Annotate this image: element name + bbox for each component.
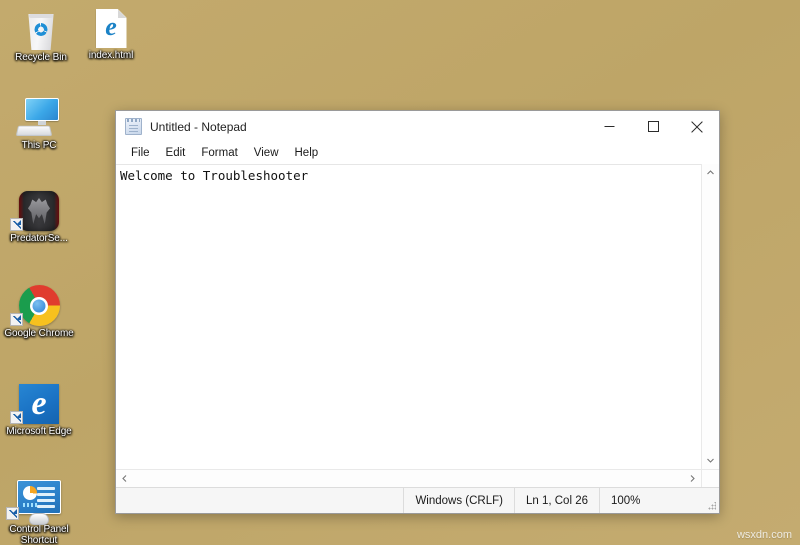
shortcut-overlay-icon	[6, 507, 19, 520]
editor-text: Welcome to Troubleshooter	[120, 168, 309, 183]
desktop-icon-label: index.html	[88, 50, 134, 61]
desktop-icon-label: Control Panel Shortcut	[9, 524, 69, 545]
desktop-icon-label: Recycle Bin	[15, 52, 67, 63]
desktop-icon-recycle-bin[interactable]: Recycle Bin	[4, 4, 78, 63]
desktop-icon-label: PredatorSe...	[10, 233, 68, 244]
control-panel-icon	[2, 476, 76, 525]
menu-item-format[interactable]: Format	[193, 145, 245, 161]
status-line-ending: Windows (CRLF)	[403, 488, 514, 513]
text-editor[interactable]: Welcome to Troubleshooter	[116, 164, 701, 469]
menu-item-view[interactable]: View	[246, 145, 287, 161]
shortcut-overlay-icon	[10, 411, 23, 424]
notepad-icon	[125, 118, 142, 135]
computer-monitor-icon	[2, 92, 76, 138]
minimize-button[interactable]	[587, 111, 631, 142]
desktop-icon-control-panel[interactable]: Control Panel Shortcut	[2, 476, 76, 545]
shortcut-overlay-icon	[10, 218, 23, 231]
html-document-edge-icon: e	[74, 2, 148, 48]
close-button[interactable]	[675, 111, 719, 142]
status-bar-spacer	[116, 488, 403, 513]
scrollbar-corner	[701, 470, 719, 487]
horizontal-scrollbar[interactable]	[116, 470, 701, 487]
desktop-icon-predator-sense[interactable]: PredatorSe...	[2, 185, 76, 244]
chevron-down-icon[interactable]	[702, 452, 719, 469]
desktop-icon-google-chrome[interactable]: Google Chrome	[2, 280, 76, 339]
google-chrome-icon	[2, 280, 76, 326]
editor-area[interactable]: Welcome to Troubleshooter	[116, 164, 719, 469]
status-zoom-level: 100%	[599, 488, 700, 513]
menu-item-edit[interactable]: Edit	[158, 145, 194, 161]
shortcut-overlay-icon	[10, 313, 23, 326]
resize-grip[interactable]	[700, 488, 719, 513]
desktop-icon-this-pc[interactable]: This PC	[2, 92, 76, 151]
title-bar[interactable]: Untitled - Notepad	[116, 111, 719, 142]
desktop-icon-index-html[interactable]: e index.html	[74, 2, 148, 61]
desktop-icon-microsoft-edge[interactable]: e Microsoft Edge	[2, 378, 76, 437]
microsoft-edge-icon: e	[2, 378, 76, 424]
watermark: wsxdn.com	[736, 529, 792, 541]
status-bar: Windows (CRLF) Ln 1, Col 26 100%	[116, 487, 719, 513]
recycle-bin-icon	[4, 4, 78, 50]
chevron-left-icon[interactable]	[116, 470, 133, 487]
desktop[interactable]: Recycle Bin e index.html This PC Predato…	[0, 0, 800, 545]
desktop-icon-label: Microsoft Edge	[6, 426, 72, 437]
menu-bar[interactable]: File Edit Format View Help	[116, 142, 719, 164]
status-cursor-position: Ln 1, Col 26	[513, 488, 599, 513]
desktop-icon-label: Google Chrome	[4, 328, 74, 339]
horizontal-scrollbar-row[interactable]	[116, 469, 719, 487]
menu-item-file[interactable]: File	[123, 145, 158, 161]
predator-sense-icon	[2, 185, 76, 231]
menu-item-help[interactable]: Help	[287, 145, 327, 161]
minimize-icon	[604, 121, 615, 132]
notepad-window[interactable]: Untitled - Notepad File Edit Format View…	[115, 110, 720, 514]
desktop-icon-label: This PC	[21, 140, 57, 151]
maximize-icon	[647, 121, 659, 132]
chevron-right-icon[interactable]	[684, 470, 701, 487]
chevron-up-icon[interactable]	[702, 164, 719, 181]
window-title: Untitled - Notepad	[150, 119, 247, 134]
close-icon	[691, 120, 703, 133]
maximize-button[interactable]	[631, 111, 675, 142]
vertical-scrollbar[interactable]	[701, 164, 719, 469]
